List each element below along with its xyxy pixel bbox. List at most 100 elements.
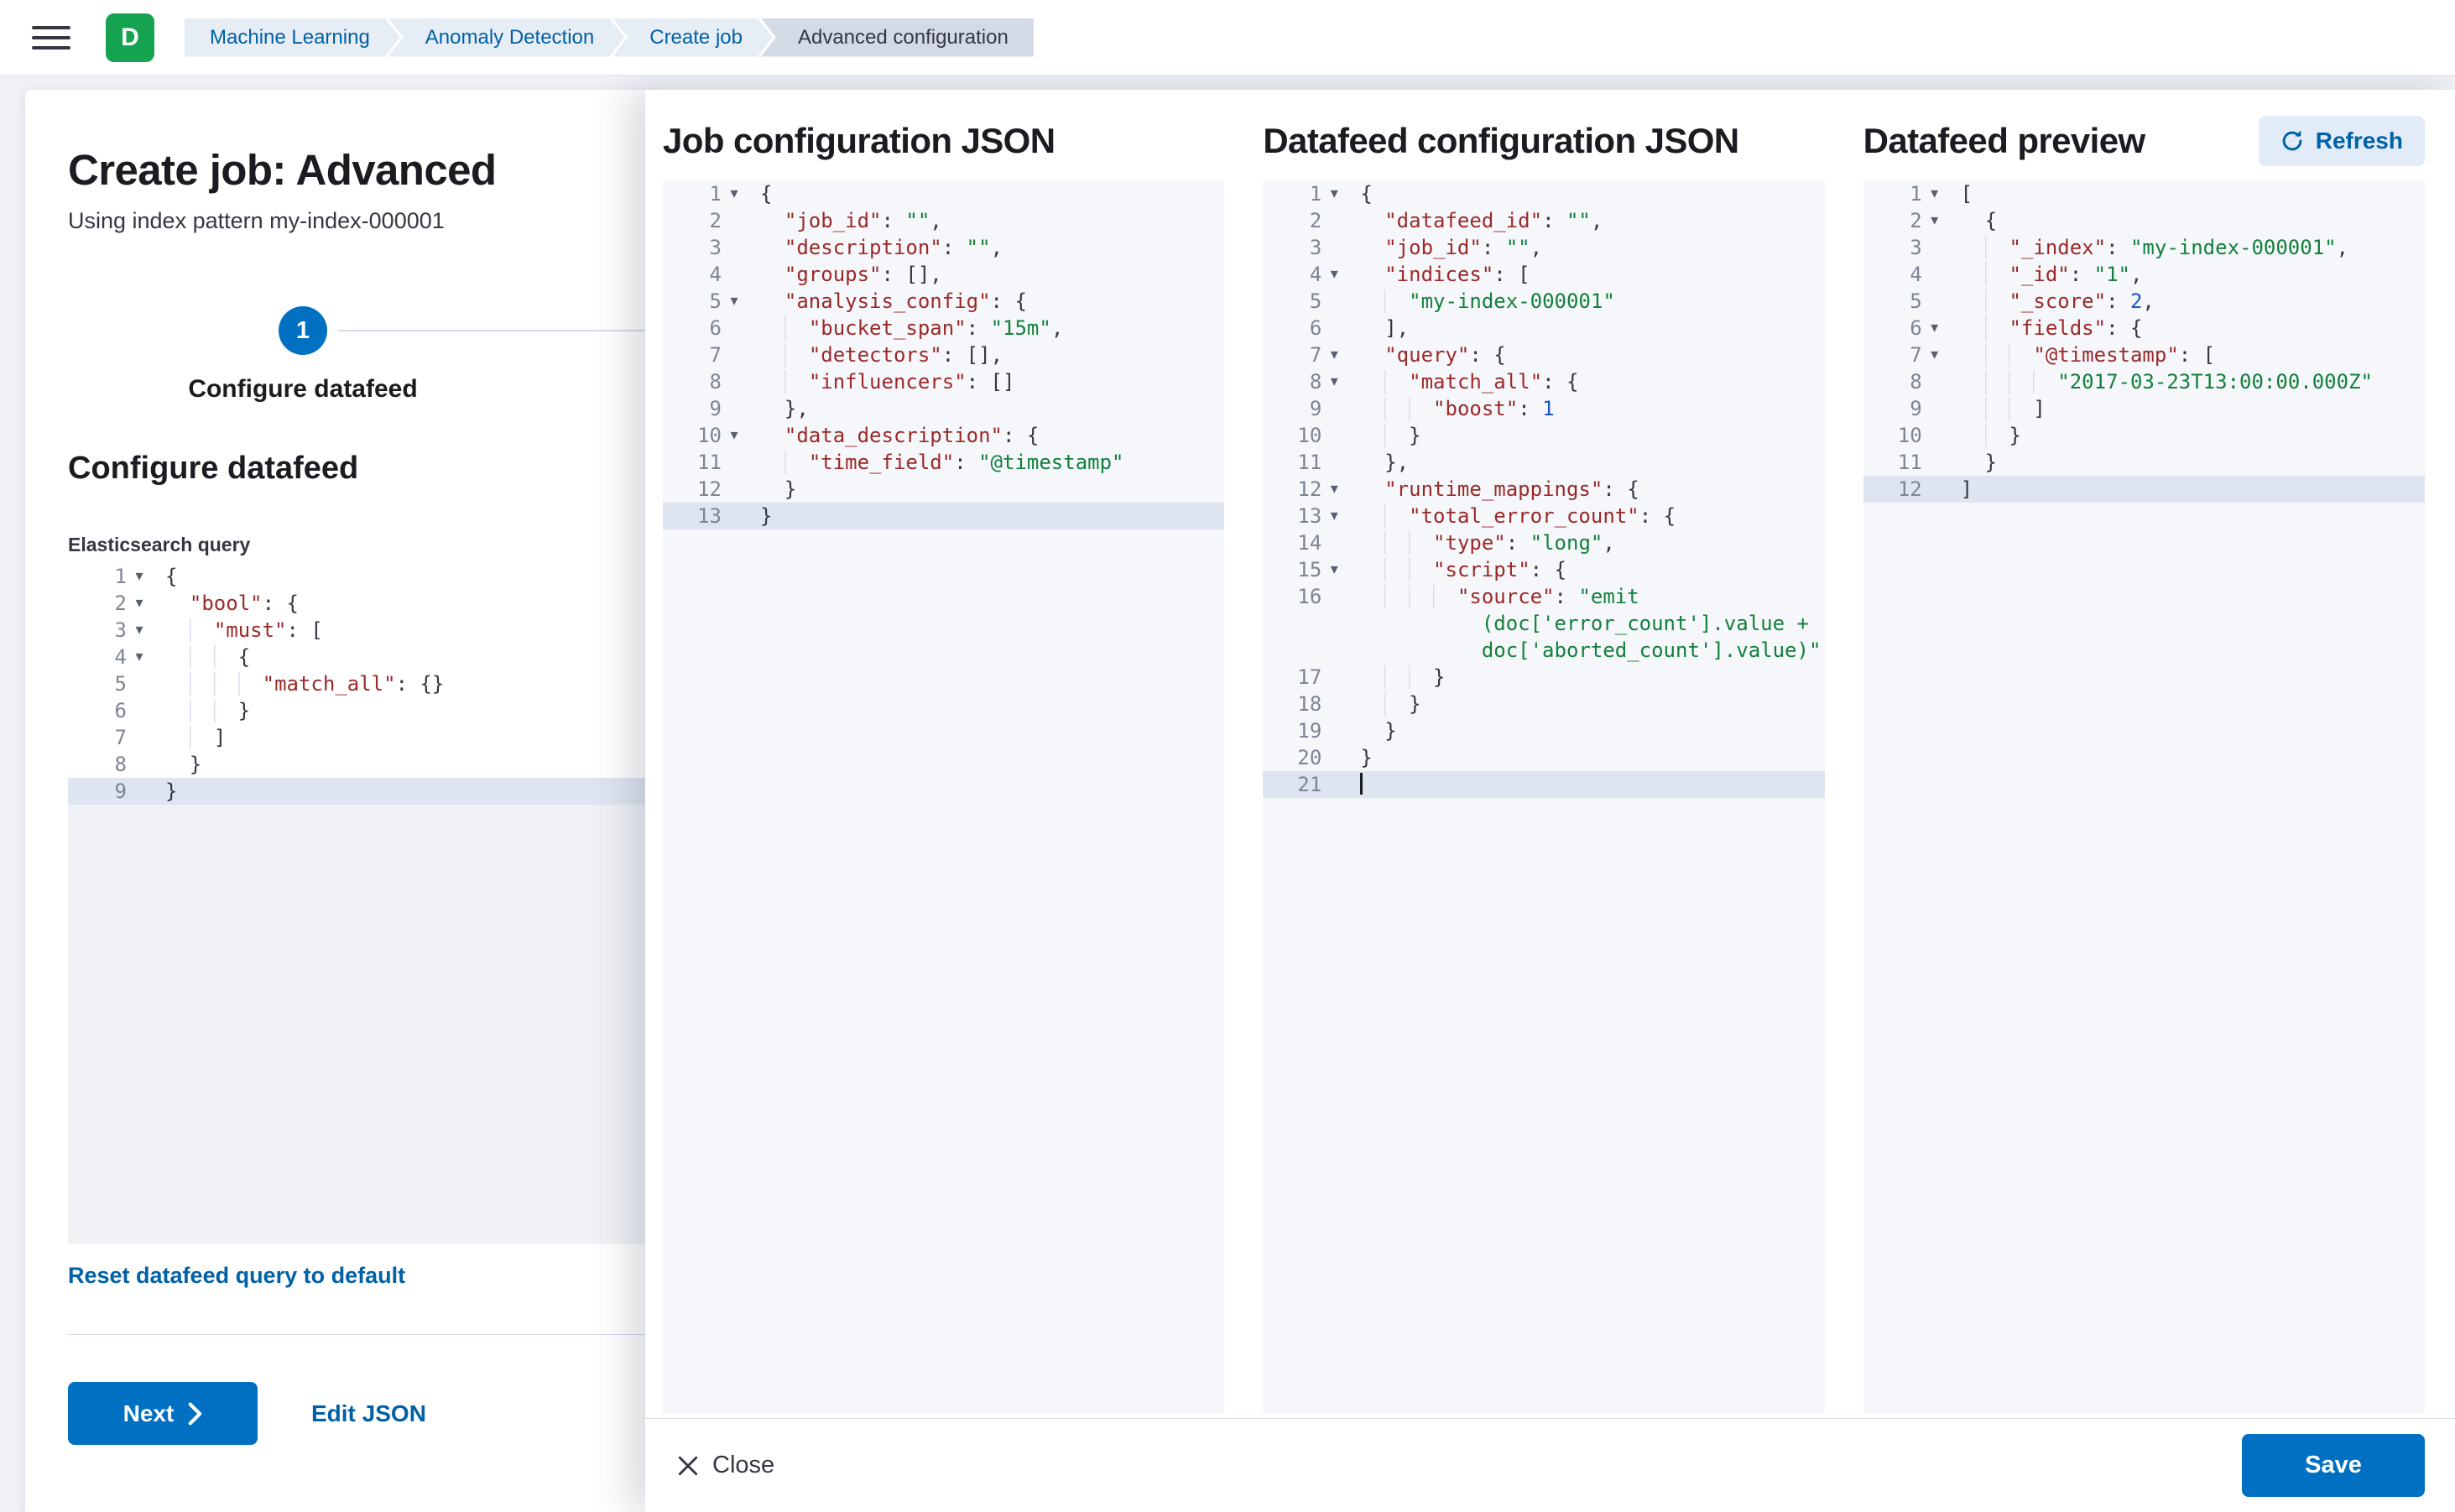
avatar[interactable]: D	[106, 13, 154, 62]
code-line[interactable]: 5 "my-index-000001"	[1263, 288, 1824, 315]
line-number-gutter: 14	[1263, 529, 1347, 556]
code-line[interactable]: 11 }	[1863, 449, 2425, 476]
code-line[interactable]: 9 "boost": 1	[1263, 395, 1824, 422]
code-line[interactable]: 2 "job_id": "",	[663, 207, 1224, 234]
line-number: 19	[1276, 717, 1321, 744]
code-line[interactable]: 14 "type": "long",	[1263, 529, 1824, 556]
code-line[interactable]: 5 "_score": 2,	[1863, 288, 2425, 315]
code-line[interactable]: 18 }	[1263, 691, 1824, 717]
line-number-gutter: 3	[663, 234, 747, 261]
code-line[interactable]: 8▾ "match_all": {	[1263, 368, 1824, 395]
code-line[interactable]: 9 },	[663, 395, 1224, 422]
editor-empty-area[interactable]	[68, 805, 655, 1244]
fold-caret-icon[interactable]: ▾	[1321, 261, 1347, 288]
breadcrumb-create-job[interactable]: Create job	[612, 18, 773, 57]
fold-caret-icon[interactable]: ▾	[1321, 556, 1347, 583]
menu-icon[interactable]	[32, 18, 70, 57]
code-line[interactable]: 1▾[	[1863, 180, 2425, 207]
fold-caret-icon[interactable]: ▾	[127, 644, 152, 670]
code-line[interactable]: 3▾ "must": [	[68, 617, 655, 644]
fold-caret-icon[interactable]: ▾	[127, 563, 152, 590]
code-line[interactable]: 6 }	[68, 697, 655, 724]
code-line[interactable]: 15▾ "script": {	[1263, 556, 1824, 583]
editor-empty-area[interactable]	[1263, 798, 1824, 1413]
datafeed-config-editor[interactable]: 1▾{2 "datafeed_id": "",3 "job_id": "",4▾…	[1263, 180, 1824, 1413]
fold-caret-icon[interactable]: ▾	[1321, 368, 1347, 395]
close-button[interactable]: Close	[667, 1452, 784, 1479]
code-line[interactable]: 6 "bucket_span": "15m",	[663, 315, 1224, 342]
editor-empty-area[interactable]	[663, 529, 1224, 1413]
code-line[interactable]: 3 "job_id": "",	[1263, 234, 1824, 261]
code-line[interactable]: 19 }	[1263, 717, 1824, 744]
code-line[interactable]: 2 "datafeed_id": "",	[1263, 207, 1824, 234]
fold-caret-icon[interactable]: ▾	[1321, 503, 1347, 529]
fold-caret-icon[interactable]: ▾	[1321, 180, 1347, 207]
edit-json-link[interactable]: Edit JSON	[311, 1400, 426, 1427]
editor-empty-area[interactable]	[1863, 503, 2425, 1413]
datafeed-preview-editor[interactable]: 1▾[2▾ {3 "_index": "my-index-000001",4 "…	[1863, 180, 2425, 1413]
code-line[interactable]: 8 "2017-03-23T13:00:00.000Z"	[1863, 368, 2425, 395]
code-line[interactable]: 10 }	[1263, 422, 1824, 449]
code-line[interactable]: 10▾ "data_description": {	[663, 422, 1224, 449]
code-line[interactable]: 4▾ "indices": [	[1263, 261, 1824, 288]
code-line[interactable]: 3 "_index": "my-index-000001",	[1863, 234, 2425, 261]
fold-caret-icon[interactable]: ▾	[1922, 342, 1947, 368]
code-line[interactable]: 2▾ {	[1863, 207, 2425, 234]
code-line[interactable]: 2▾ "bool": {	[68, 590, 655, 617]
fold-caret-icon[interactable]: ▾	[1922, 207, 1947, 234]
breadcrumb-anomaly-detection[interactable]: Anomaly Detection	[388, 18, 624, 57]
line-number-gutter: 5▾	[663, 288, 747, 315]
code-line[interactable]: 13}	[663, 503, 1224, 529]
breadcrumb-machine-learning[interactable]: Machine Learning	[185, 18, 400, 57]
code-line[interactable]: 16 "source": "emit (doc['error_count'].v…	[1263, 583, 1824, 664]
code-line[interactable]: 17 }	[1263, 664, 1824, 691]
code-line[interactable]: 13▾ "total_error_count": {	[1263, 503, 1824, 529]
code-line[interactable]: 7 ]	[68, 724, 655, 751]
save-button[interactable]: Save	[2242, 1434, 2425, 1497]
code-line[interactable]: 9 ]	[1863, 395, 2425, 422]
code-line[interactable]: 4 "_id": "1",	[1863, 261, 2425, 288]
code-line[interactable]: 11 },	[1263, 449, 1824, 476]
code-line[interactable]: 12]	[1863, 476, 2425, 503]
code-line[interactable]: 7 "detectors": [],	[663, 342, 1224, 368]
reset-datafeed-query-link[interactable]: Reset datafeed query to default	[68, 1263, 405, 1289]
code-line[interactable]: 6 ],	[1263, 315, 1824, 342]
code-line[interactable]: 6▾ "fields": {	[1863, 315, 2425, 342]
code-line[interactable]: 3 "description": "",	[663, 234, 1224, 261]
code-text: ]	[165, 724, 655, 751]
code-line[interactable]: 5▾ "analysis_config": {	[663, 288, 1224, 315]
code-line[interactable]: 11 "time_field": "@timestamp"	[663, 449, 1224, 476]
code-line[interactable]: 20}	[1263, 744, 1824, 771]
fold-caret-icon[interactable]: ▾	[722, 180, 747, 207]
fold-caret-icon[interactable]: ▾	[1922, 180, 1947, 207]
refresh-button[interactable]: Refresh	[2259, 116, 2425, 166]
code-line[interactable]: 1▾{	[663, 180, 1224, 207]
code-line[interactable]: 21	[1263, 771, 1824, 798]
fold-caret-icon[interactable]: ▾	[1321, 342, 1347, 368]
code-line[interactable]: 7▾ "@timestamp": [	[1863, 342, 2425, 368]
code-line[interactable]: 8 "influencers": []	[663, 368, 1224, 395]
fold-caret-icon[interactable]: ▾	[1922, 315, 1947, 342]
code-line[interactable]: 1▾{	[68, 563, 655, 590]
code-line[interactable]: 12 }	[663, 476, 1224, 503]
code-text: {	[760, 180, 1224, 207]
job-config-editor[interactable]: 1▾{2 "job_id": "",3 "description": "",4 …	[663, 180, 1224, 1413]
code-line[interactable]: 12▾ "runtime_mappings": {	[1263, 476, 1824, 503]
fold-caret-icon[interactable]: ▾	[1321, 476, 1347, 503]
code-line[interactable]: 7▾ "query": {	[1263, 342, 1824, 368]
code-line[interactable]: 4▾ {	[68, 644, 655, 670]
es-query-editor[interactable]: 1▾{2▾ "bool": {3▾ "must": [4▾ {5 "match_…	[68, 563, 655, 1244]
fold-caret-icon[interactable]: ▾	[127, 617, 152, 644]
step-circle[interactable]: 1	[279, 306, 327, 355]
next-button[interactable]: Next	[68, 1382, 258, 1445]
code-line[interactable]: 8 }	[68, 751, 655, 778]
code-line[interactable]: 5 "match_all": {}	[68, 670, 655, 697]
fold-caret-icon[interactable]: ▾	[722, 422, 747, 449]
code-line[interactable]: 1▾{	[1263, 180, 1824, 207]
page-title: Create job: Advanced	[68, 145, 663, 195]
code-line[interactable]: 9}	[68, 778, 655, 805]
code-line[interactable]: 4 "groups": [],	[663, 261, 1224, 288]
fold-caret-icon[interactable]: ▾	[722, 288, 747, 315]
fold-caret-icon[interactable]: ▾	[127, 590, 152, 617]
code-line[interactable]: 10 }	[1863, 422, 2425, 449]
